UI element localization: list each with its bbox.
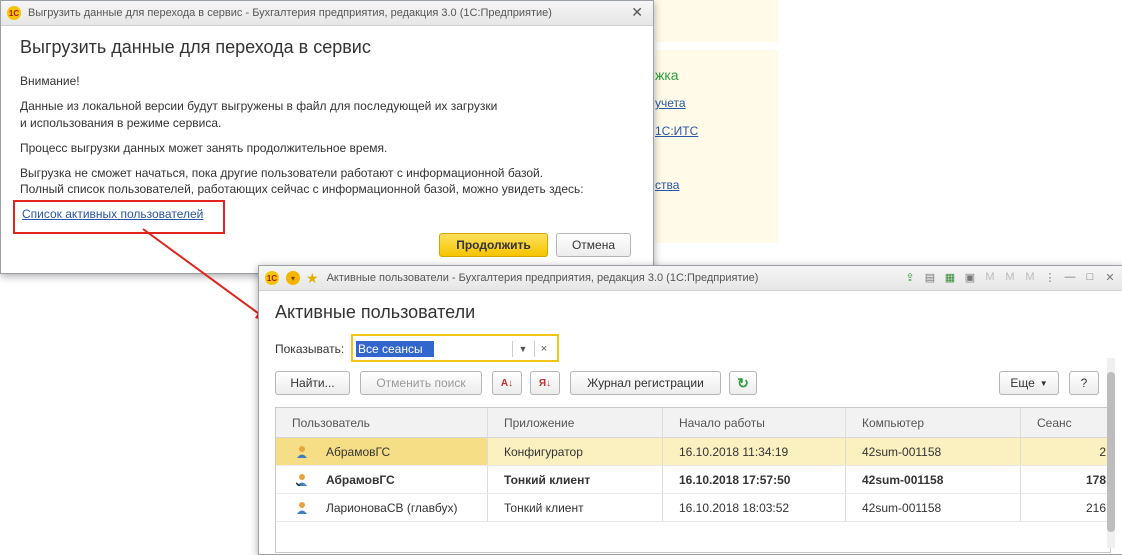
users-table: Пользователь Приложение Начало работы Ко… xyxy=(275,407,1111,553)
user-name: АбрамовГС xyxy=(326,472,395,487)
app-cell[interactable]: Конфигуратор xyxy=(488,438,663,465)
start-cell[interactable]: 16.10.2018 11:34:19 xyxy=(663,438,846,465)
window-toolbar-icons: ⇪ ▤ ▦ ▣ M M M ⋮ — □ ✕ xyxy=(903,270,1117,284)
close-icon[interactable]: ✕ xyxy=(1103,270,1117,284)
column-header[interactable]: Сеанс xyxy=(1021,408,1110,437)
favorite-star-icon[interactable]: ★ xyxy=(306,270,319,287)
window-title: Активные пользователи - Бухгалтерия пред… xyxy=(326,272,759,284)
table-row[interactable]: ЛарионоваСВ (главбух) Тонкий клиент 16.1… xyxy=(276,494,1110,522)
filter-value[interactable]: Все сеансы xyxy=(356,341,434,357)
table-header: Пользователь Приложение Начало работы Ко… xyxy=(276,408,1110,438)
chevron-down-icon[interactable]: ▼ xyxy=(512,341,533,357)
sort-descending-button[interactable]: Я↓ xyxy=(530,371,560,395)
find-button[interactable]: Найти... xyxy=(275,371,350,395)
user-name: ЛарионоваСВ (главбух) xyxy=(326,500,458,515)
active-users-window: 1С ▾ ★ Активные пользователи - Бухгалтер… xyxy=(258,265,1122,555)
chevron-down-icon: ▼ xyxy=(1039,378,1048,388)
sort-ascending-button[interactable]: А↓ xyxy=(492,371,522,395)
cancel-search-button[interactable]: Отменить поиск xyxy=(360,371,482,395)
user-cell[interactable]: ЛарионоваСВ (главбух) xyxy=(276,494,488,521)
maximize-icon[interactable]: □ xyxy=(1083,270,1097,284)
session-cell[interactable]: 216 xyxy=(1021,494,1110,521)
more-icon[interactable]: ⋮ xyxy=(1043,270,1057,284)
scrollbar-thumb[interactable] xyxy=(1107,372,1115,532)
computer-cell[interactable]: 42sum-001158 xyxy=(846,494,1021,521)
user-icon xyxy=(296,501,308,514)
user-cell[interactable]: АбрамовГС xyxy=(276,466,488,493)
print-icon[interactable]: ▤ xyxy=(923,270,937,284)
computer-cell[interactable]: 42sum-001158 xyxy=(846,438,1021,465)
column-header[interactable]: Начало работы xyxy=(663,408,846,437)
link-icon[interactable]: ⇪ xyxy=(903,270,917,284)
computer-cell[interactable]: 42sum-001158 xyxy=(846,466,1021,493)
app-logo-icon: 1С xyxy=(265,271,279,285)
vertical-scrollbar[interactable] xyxy=(1107,358,1115,548)
user-name: АбрамовГС xyxy=(326,444,391,459)
memory-m-plus-icon[interactable]: M xyxy=(1003,270,1017,284)
spreadsheet-icon[interactable]: ▦ xyxy=(943,270,957,284)
session-cell[interactable]: 2 xyxy=(1021,438,1110,465)
more-label: Еще xyxy=(1010,376,1035,390)
page-title: Активные пользователи xyxy=(275,302,476,322)
column-header[interactable]: Приложение xyxy=(488,408,663,437)
refresh-button[interactable]: ↻ xyxy=(729,371,757,395)
menu-icon[interactable]: ▾ xyxy=(286,271,300,285)
user-icon xyxy=(296,445,308,458)
active-users-titlebar: 1С ▾ ★ Активные пользователи - Бухгалтер… xyxy=(259,266,1122,291)
journal-button[interactable]: Журнал регистрации xyxy=(570,371,721,395)
column-header[interactable]: Компьютер xyxy=(846,408,1021,437)
session-cell[interactable]: 178 xyxy=(1021,466,1110,493)
memory-m-minus-icon[interactable]: M xyxy=(1023,270,1037,284)
memory-m-icon[interactable]: M xyxy=(983,270,997,284)
clear-icon[interactable]: × xyxy=(534,341,553,357)
filter-label: Показывать: xyxy=(275,342,345,356)
app-cell[interactable]: Тонкий клиент xyxy=(488,466,663,493)
minimize-icon[interactable]: — xyxy=(1063,270,1077,284)
user-cell[interactable]: АбрамовГС xyxy=(276,438,488,465)
calendar-icon[interactable]: ▣ xyxy=(963,270,977,284)
sort-descending-icon: Я↓ xyxy=(538,377,552,389)
help-button[interactable]: ? xyxy=(1069,371,1099,395)
sort-ascending-icon: А↓ xyxy=(500,377,514,389)
more-button[interactable]: Еще ▼ xyxy=(999,371,1059,395)
current-user-icon xyxy=(296,473,308,486)
show-filter-select[interactable]: Все сеансы ▼ × xyxy=(351,334,559,362)
refresh-icon: ↻ xyxy=(737,374,749,391)
table-row[interactable]: АбрамовГС Конфигуратор 16.10.2018 11:34:… xyxy=(276,438,1110,466)
start-cell[interactable]: 16.10.2018 18:03:52 xyxy=(663,494,846,521)
start-cell[interactable]: 16.10.2018 17:57:50 xyxy=(663,466,846,493)
column-header[interactable]: Пользователь xyxy=(276,408,488,437)
table-row[interactable]: АбрамовГС Тонкий клиент 16.10.2018 17:57… xyxy=(276,466,1110,494)
app-cell[interactable]: Тонкий клиент xyxy=(488,494,663,521)
